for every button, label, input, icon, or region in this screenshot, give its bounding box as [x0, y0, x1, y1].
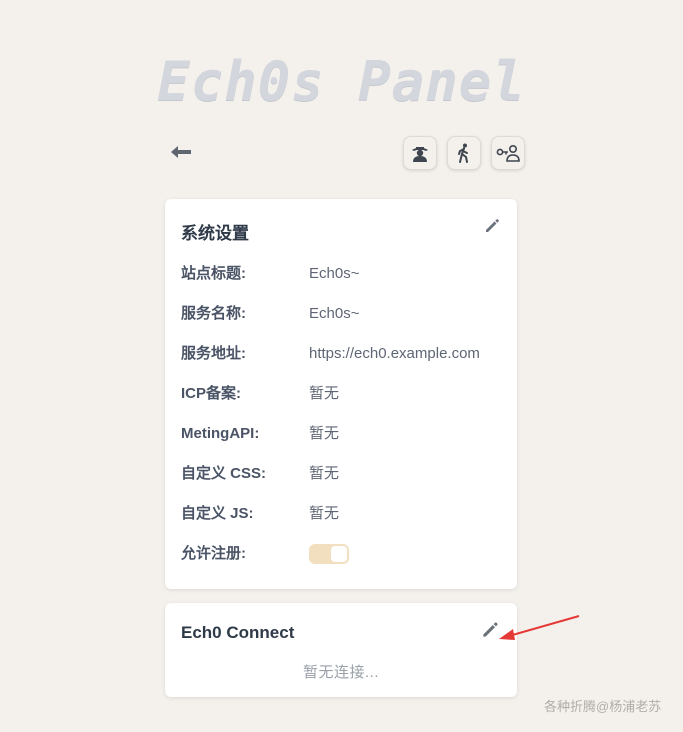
walking-person-icon: [453, 142, 475, 164]
page: Ech0s Panel 系统设置 站点标题: Ech0s~ 服务名称: Ech0…: [0, 0, 683, 732]
custom-js-value: 暂无: [309, 505, 340, 522]
icp-value: 暂无: [309, 385, 340, 402]
allow-register-toggle[interactable]: [309, 544, 349, 564]
meting-api-label: MetingAPI:: [181, 425, 260, 442]
user-hat-icon: [409, 142, 431, 164]
custom-css-value: 暂无: [309, 465, 340, 482]
service-name-value: Ech0s~: [309, 305, 360, 322]
user-key-button[interactable]: [491, 136, 525, 170]
custom-js-label: 自定义 JS:: [181, 505, 254, 522]
toggle-knob: [331, 546, 347, 562]
pencil-icon: [483, 217, 501, 240]
back-button[interactable]: [166, 140, 196, 168]
walk-button[interactable]: [447, 136, 481, 170]
site-title-value: Ech0s~: [309, 265, 360, 282]
connect-title: Ech0 Connect: [181, 623, 295, 642]
arrow-left-icon: [169, 144, 193, 165]
system-settings-edit-button[interactable]: [481, 217, 503, 239]
service-name-label: 服务名称:: [181, 305, 246, 322]
icp-label: ICP备案:: [181, 385, 242, 402]
user-key-icon: [496, 142, 520, 164]
meting-api-value: 暂无: [309, 425, 340, 442]
connect-card: Ech0 Connect 暂无连接...: [165, 603, 517, 697]
watermark: 各种折腾@杨浦老苏: [544, 699, 662, 714]
annotation-arrow: [499, 615, 580, 640]
service-url-value: https://ech0.example.com: [309, 345, 480, 362]
custom-css-label: 自定义 CSS:: [181, 465, 267, 482]
brand-title: Ech0s Panel: [157, 50, 526, 113]
allow-register-label: 允许注册:: [181, 545, 246, 562]
service-url-label: 服务地址:: [181, 345, 246, 362]
system-settings-card: 系统设置 站点标题: Ech0s~ 服务名称: Ech0s~ 服务地址: htt…: [165, 199, 517, 589]
system-settings-title: 系统设置: [181, 224, 249, 243]
site-title-label: 站点标题:: [181, 265, 246, 282]
connect-empty-text: 暂无连接...: [302, 664, 379, 681]
user-hat-button[interactable]: [403, 136, 437, 170]
